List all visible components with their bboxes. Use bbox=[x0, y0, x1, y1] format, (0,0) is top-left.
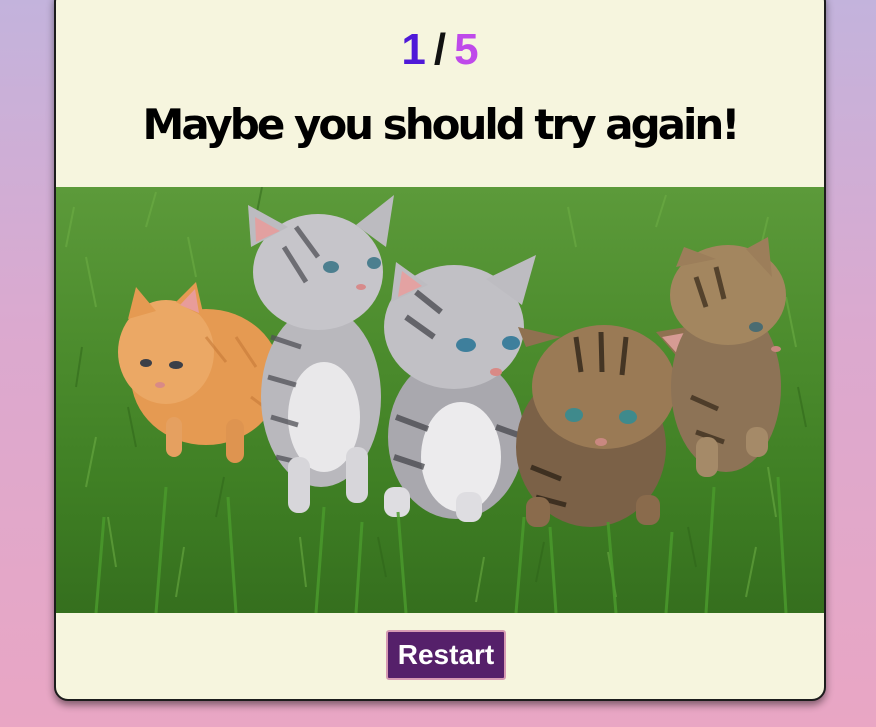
score-current: 1 bbox=[401, 25, 426, 74]
score-display: 1/5 bbox=[56, 28, 824, 72]
result-message: Maybe you should try again! bbox=[142, 100, 741, 149]
score-separator: / bbox=[433, 25, 447, 74]
restart-button[interactable]: Restart bbox=[386, 630, 506, 680]
score-total: 5 bbox=[454, 25, 479, 74]
kittens-photo bbox=[56, 187, 824, 613]
result-card: 1/5 Maybe you should try again! Restart bbox=[54, 0, 826, 701]
